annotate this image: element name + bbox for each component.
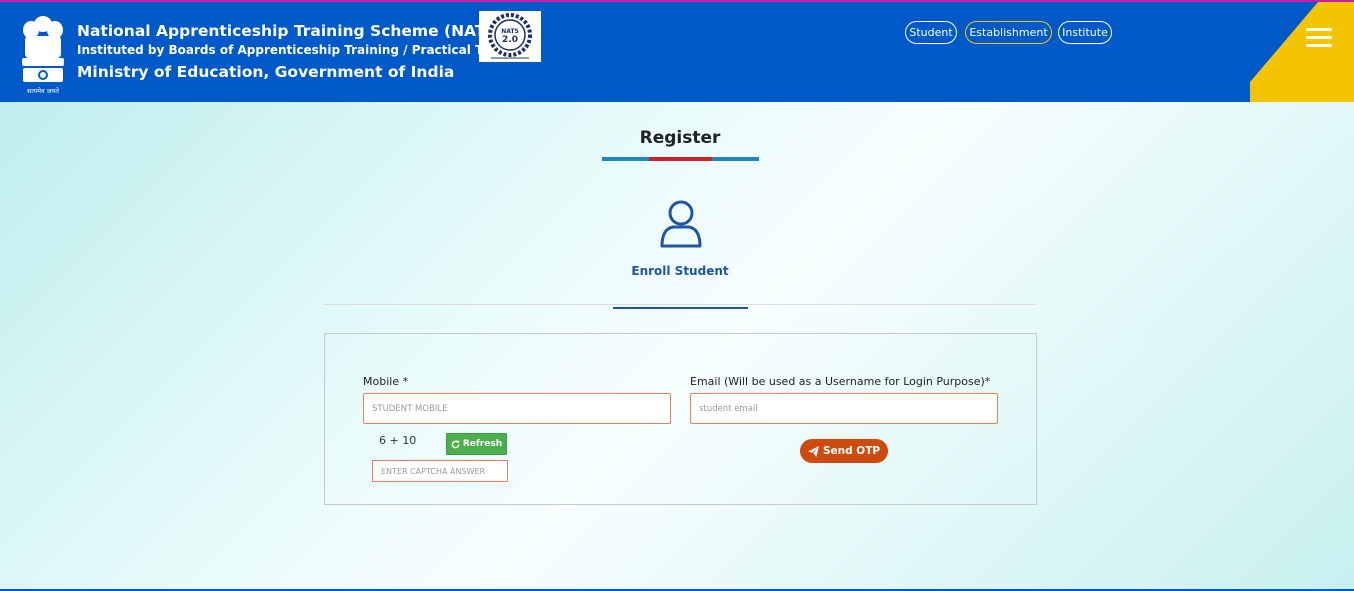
tab-divider [324,304,1037,305]
tab-enroll-student[interactable]: Enroll Student [580,264,780,278]
nav-student-button[interactable]: Student [905,21,957,44]
national-emblem-icon: सत्यमेव जयते [22,16,64,95]
paper-plane-icon [807,445,819,457]
svg-text:2.0: 2.0 [502,35,518,45]
mobile-label: Mobile * [363,375,409,388]
refresh-captcha-button[interactable]: Refresh [446,433,507,455]
header-ministry: Ministry of Education, Government of Ind… [77,63,455,81]
mobile-input[interactable] [363,393,671,424]
nats-logo[interactable]: NATS 2.0 [479,11,541,62]
title-underline [602,157,759,161]
header-title: National Apprenticeship Training Scheme … [77,22,504,40]
emblem-caption: सत्यमेव जयते [27,87,59,95]
header-decoration [1250,2,1354,102]
user-icon[interactable] [659,199,703,249]
send-otp-button[interactable]: Send OTP [800,439,888,463]
header-subtitle: Instituted by Boards of Apprenticeship T… [77,43,530,57]
page-title: Register [639,128,721,148]
nav-establishment-button[interactable]: Establishment [965,21,1052,44]
captcha-question: 6 + 10 [379,434,417,447]
refresh-label: Refresh [462,439,503,449]
captcha-answer-input[interactable] [372,460,508,482]
svg-text:NATS: NATS [501,28,519,35]
refresh-icon [451,439,460,448]
send-otp-label: Send OTP [822,445,881,457]
site-header: सत्यमेव जयते National Apprenticeship Tra… [0,2,1354,102]
hamburger-icon[interactable] [1306,28,1334,50]
nav-institute-button[interactable]: Institute [1058,21,1112,44]
email-label: Email (Will be used as a Username for Lo… [690,375,991,388]
active-tab-indicator [613,307,748,309]
email-input[interactable] [690,393,998,424]
